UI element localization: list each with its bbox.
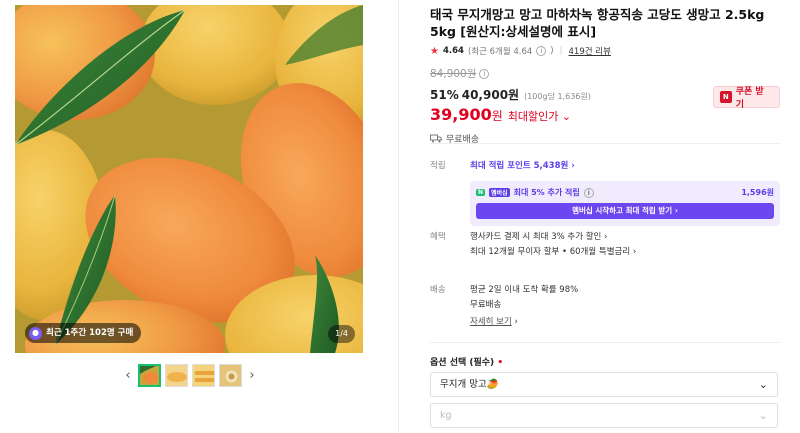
- thumbnail-2-image: [166, 365, 187, 386]
- recent-purchase-text: 최근 1주간 102명 구매: [46, 328, 134, 338]
- price-info-icon[interactable]: i: [479, 68, 490, 79]
- coupon-button[interactable]: N 쿠폰 받기: [713, 86, 780, 110]
- thumbnail-4[interactable]: [219, 364, 242, 387]
- option-select-weight[interactable]: kg ⌄: [430, 403, 778, 428]
- discount-rate: 51%: [430, 88, 459, 102]
- card-discount-text: 행사카드 결제 시 최대 3% 추가 할인: [470, 232, 602, 242]
- info-icon[interactable]: i: [536, 46, 547, 56]
- final-price-currency: 원: [491, 109, 503, 123]
- thumbnail-1[interactable]: [138, 364, 161, 387]
- delivery-detail-link[interactable]: 자세히 보기: [470, 317, 512, 327]
- image-page-counter: 1/4: [328, 325, 355, 343]
- membership-extra: 최대 5% 추가 적립: [513, 188, 580, 197]
- thumbnail-1-image: [140, 366, 159, 385]
- rating-score: 4.64: [442, 46, 464, 56]
- section-divider: [430, 143, 780, 144]
- thumbnail-2[interactable]: [165, 364, 188, 387]
- final-price: 39,900: [430, 105, 492, 124]
- points-label: 적립: [430, 161, 446, 171]
- naver-n-icon: N: [720, 91, 732, 103]
- original-price-row: 84,900원 i: [430, 66, 780, 81]
- review-count-link[interactable]: 419건 리뷰: [569, 45, 611, 57]
- card-discount-link[interactable]: 행사카드 결제 시 최대 3% 추가 할인 ›: [470, 230, 780, 245]
- option-weight-placeholder: kg: [440, 410, 452, 421]
- thumbnail-3-image: [193, 365, 214, 386]
- naver-logo-icon: N: [476, 189, 486, 196]
- rating-row: ★ 4.64 (최근 6개월 4.64 i) | 419건 리뷰: [430, 45, 780, 58]
- thumbnail-prev-button[interactable]: ‹: [122, 365, 134, 387]
- truck-icon: [430, 134, 442, 143]
- option-select-variety[interactable]: 무지개 망고🥭 ⌄: [430, 372, 778, 397]
- original-price: 84,900원: [430, 68, 477, 80]
- rating-recent-close: ): [550, 46, 554, 56]
- required-mark: •: [497, 358, 504, 368]
- delivery-section: 배송 평균 2일 이내 도착 확률 98% 무료배송 자세히 보기 ›: [430, 283, 780, 329]
- chevron-down-icon: ⌄: [758, 378, 768, 391]
- benefit-section: 혜택 행사카드 결제 시 최대 3% 추가 할인 › 최대 12개월 무이자 할…: [430, 230, 780, 260]
- recent-purchase-badge: ● 최근 1주간 102명 구매: [25, 323, 142, 343]
- option-select-value: 무지개 망고🥭: [440, 379, 499, 390]
- product-info: 태국 무지개망고 망고 마하차녹 항공직송 고당도 생망고 2.5kg 5kg …: [430, 6, 780, 145]
- max-discount-toggle[interactable]: 최대할인가 ⌄: [508, 108, 571, 124]
- membership-box: N 멤버십 최대 5% 추가 적립 i 1,596원 멤버십 시작하고 최대 적…: [470, 181, 780, 226]
- thumbnail-next-button[interactable]: ›: [246, 365, 258, 387]
- product-title: 태국 무지개망고 망고 마하차녹 항공직송 고당도 생망고 2.5kg 5kg …: [430, 7, 765, 39]
- unit-price: (100g당 1,636원): [524, 92, 591, 101]
- section-divider: [430, 342, 780, 343]
- coupon-button-label: 쿠폰 받기: [735, 87, 764, 110]
- thumbnail-strip: ‹ ›: [122, 364, 258, 387]
- star-icon: ★: [430, 45, 439, 57]
- membership-info-icon[interactable]: i: [583, 187, 594, 198]
- membership-start-label: 멤버십 시작하고 최대 적립 받기: [572, 206, 673, 215]
- installment-link[interactable]: 최대 12개월 무이자 할부 • 60개월 특별금리 ›: [470, 245, 780, 260]
- shopping-bag-icon: ●: [29, 326, 42, 340]
- thumbnail-4-image: [220, 365, 241, 386]
- delivery-label: 배송: [430, 285, 446, 295]
- delivery-fee: 무료배송: [470, 300, 502, 310]
- max-discount-label: 최대할인가: [507, 110, 559, 123]
- thumbnail-3[interactable]: [192, 364, 215, 387]
- rating-separator: |: [559, 46, 563, 56]
- option-select-label: 옵션 선택 (필수) •: [430, 355, 503, 368]
- rating-recent: (최근 6개월 4.64: [467, 47, 533, 57]
- membership-amount: 1,596원: [741, 188, 774, 197]
- chevron-down-icon: ⌄: [561, 110, 572, 123]
- chevron-down-icon: ⌄: [758, 409, 768, 422]
- max-points-link[interactable]: 최대 적립 포인트 5,438원 ›: [470, 159, 780, 171]
- points-section: 적립 최대 적립 포인트 5,438원 › N 멤버십 최대 5% 추가 적립 …: [430, 159, 780, 226]
- delivery-arrival: 평균 2일 이내 도착 확률 98%: [470, 285, 579, 295]
- benefit-label: 혜택: [430, 232, 446, 242]
- option-select-text: 옵션 선택 (필수): [430, 358, 495, 368]
- sale-price: 40,900원: [461, 88, 520, 102]
- max-points-text: 최대 적립 포인트 5,438원: [470, 161, 569, 171]
- mango-photo: [15, 5, 363, 353]
- membership-start-button[interactable]: 멤버십 시작하고 최대 적립 받기 ›: [476, 203, 774, 219]
- installment-text: 최대 12개월 무이자 할부 • 60개월 특별금리: [470, 247, 631, 257]
- product-main-image[interactable]: ● 최근 1주간 102명 구매 1/4: [15, 5, 363, 353]
- column-divider: [398, 0, 399, 433]
- membership-badge: 멤버십: [489, 188, 510, 197]
